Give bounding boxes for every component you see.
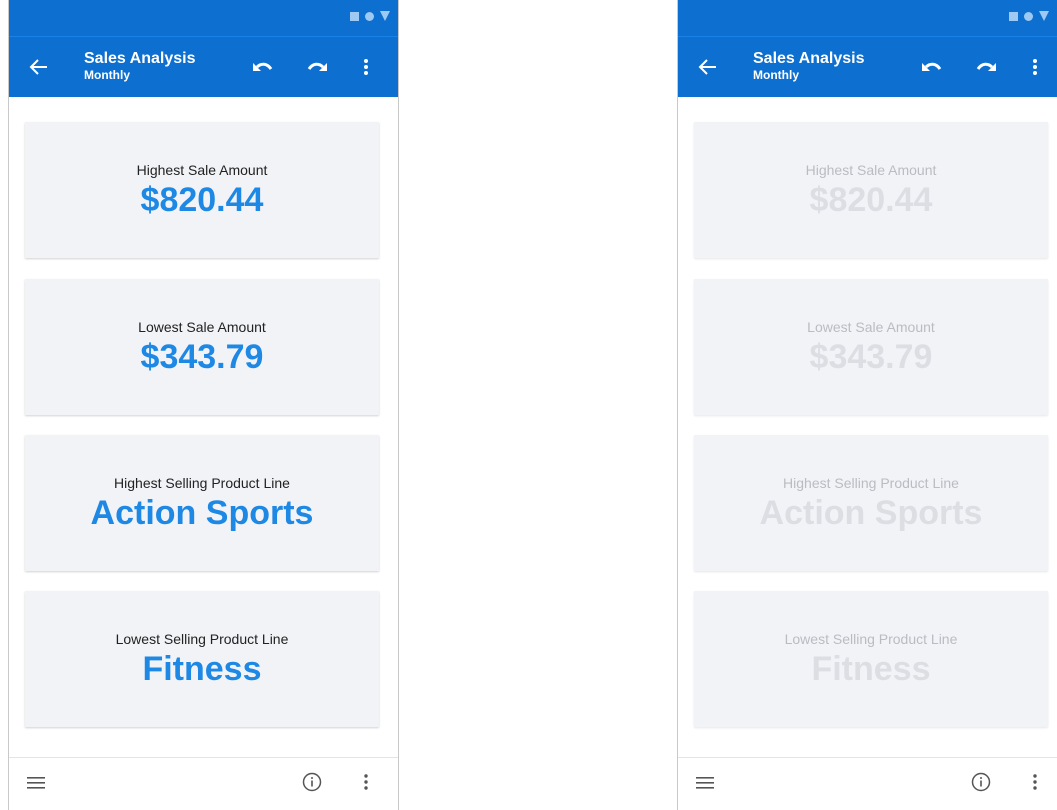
kpi-card-highest-sale[interactable]: Highest Sale Amount $820.44 (25, 122, 379, 258)
kpi-card-highest-sale[interactable]: Highest Sale Amount $820.44 (694, 122, 1048, 258)
kpi-card-lowest-sale[interactable]: Lowest Sale Amount $343.79 (25, 279, 379, 415)
kpi-value: Fitness (811, 650, 931, 688)
kpi-list: Highest Sale Amount $820.44 Lowest Sale … (9, 97, 398, 757)
square-icon (1009, 11, 1018, 21)
info-icon (971, 772, 991, 792)
more-vert-icon (364, 59, 368, 75)
status-bar (678, 0, 1057, 37)
arrow-left-icon (29, 59, 47, 75)
undo-icon (253, 62, 273, 71)
bottom-bar (678, 757, 1057, 810)
menu-button[interactable] (26, 773, 46, 793)
triangle-icon (380, 11, 390, 21)
hamburger-menu-icon (696, 777, 714, 789)
bottom-more-button[interactable] (361, 771, 371, 793)
phone-screen-active: Sales Analysis Monthly Highest Sale Amou… (8, 0, 399, 810)
title-block: Sales Analysis Monthly (753, 50, 864, 82)
kpi-card-lowest-product-line[interactable]: Lowest Selling Product Line Fitness (694, 591, 1048, 727)
kpi-value: $820.44 (809, 181, 933, 219)
redo-button[interactable] (304, 56, 330, 78)
status-bar (9, 0, 398, 37)
page-title: Sales Analysis (753, 50, 865, 67)
redo-icon (307, 62, 327, 71)
more-options-button[interactable] (1028, 55, 1042, 79)
undo-icon (922, 62, 942, 71)
info-icon (302, 772, 322, 792)
menu-button[interactable] (695, 773, 715, 793)
page-title: Sales Analysis (84, 50, 196, 67)
bottom-more-button[interactable] (1030, 771, 1040, 793)
kpi-label: Lowest Selling Product Line (784, 631, 958, 647)
kpi-card-lowest-sale[interactable]: Lowest Sale Amount $343.79 (694, 279, 1048, 415)
triangle-icon (1039, 11, 1049, 21)
kpi-label: Highest Selling Product Line (783, 475, 959, 491)
square-icon (350, 11, 359, 21)
kpi-value: Action Sports (90, 494, 314, 532)
more-options-button[interactable] (359, 55, 373, 79)
kpi-label: Highest Sale Amount (136, 162, 268, 178)
kpi-list: Highest Sale Amount $820.44 Lowest Sale … (678, 97, 1057, 757)
undo-button[interactable] (919, 56, 945, 78)
more-vert-icon (1033, 774, 1037, 790)
arrow-left-icon (698, 59, 716, 75)
redo-button[interactable] (973, 56, 999, 78)
kpi-value: Fitness (142, 650, 262, 688)
info-button[interactable] (301, 771, 323, 793)
more-vert-icon (364, 774, 368, 790)
circle-icon (365, 11, 374, 21)
back-button[interactable] (27, 55, 51, 79)
kpi-label: Lowest Sale Amount (138, 319, 266, 335)
page-subtitle: Monthly (84, 68, 130, 82)
redo-icon (976, 62, 996, 71)
circle-icon (1024, 11, 1033, 21)
kpi-label: Highest Sale Amount (805, 162, 937, 178)
kpi-value: $820.44 (140, 181, 264, 219)
app-bar: Sales Analysis Monthly (9, 37, 398, 97)
kpi-label: Lowest Sale Amount (807, 319, 935, 335)
undo-button[interactable] (250, 56, 276, 78)
kpi-value: $343.79 (140, 338, 264, 376)
info-button[interactable] (970, 771, 992, 793)
app-bar: Sales Analysis Monthly (678, 37, 1057, 97)
more-vert-icon (1033, 59, 1037, 75)
hamburger-menu-icon (27, 777, 45, 789)
kpi-card-highest-product-line[interactable]: Highest Selling Product Line Action Spor… (25, 435, 379, 571)
page-subtitle: Monthly (753, 68, 799, 82)
bottom-bar (9, 757, 398, 810)
kpi-label: Lowest Selling Product Line (115, 631, 289, 647)
phone-screen-faded: Sales Analysis Monthly Highest Sale Amou… (677, 0, 1057, 810)
back-button[interactable] (696, 55, 720, 79)
title-block: Sales Analysis Monthly (84, 50, 195, 82)
kpi-value: $343.79 (809, 338, 933, 376)
kpi-label: Highest Selling Product Line (114, 475, 290, 491)
kpi-card-highest-product-line[interactable]: Highest Selling Product Line Action Spor… (694, 435, 1048, 571)
kpi-value: Action Sports (759, 494, 983, 532)
kpi-card-lowest-product-line[interactable]: Lowest Selling Product Line Fitness (25, 591, 379, 727)
